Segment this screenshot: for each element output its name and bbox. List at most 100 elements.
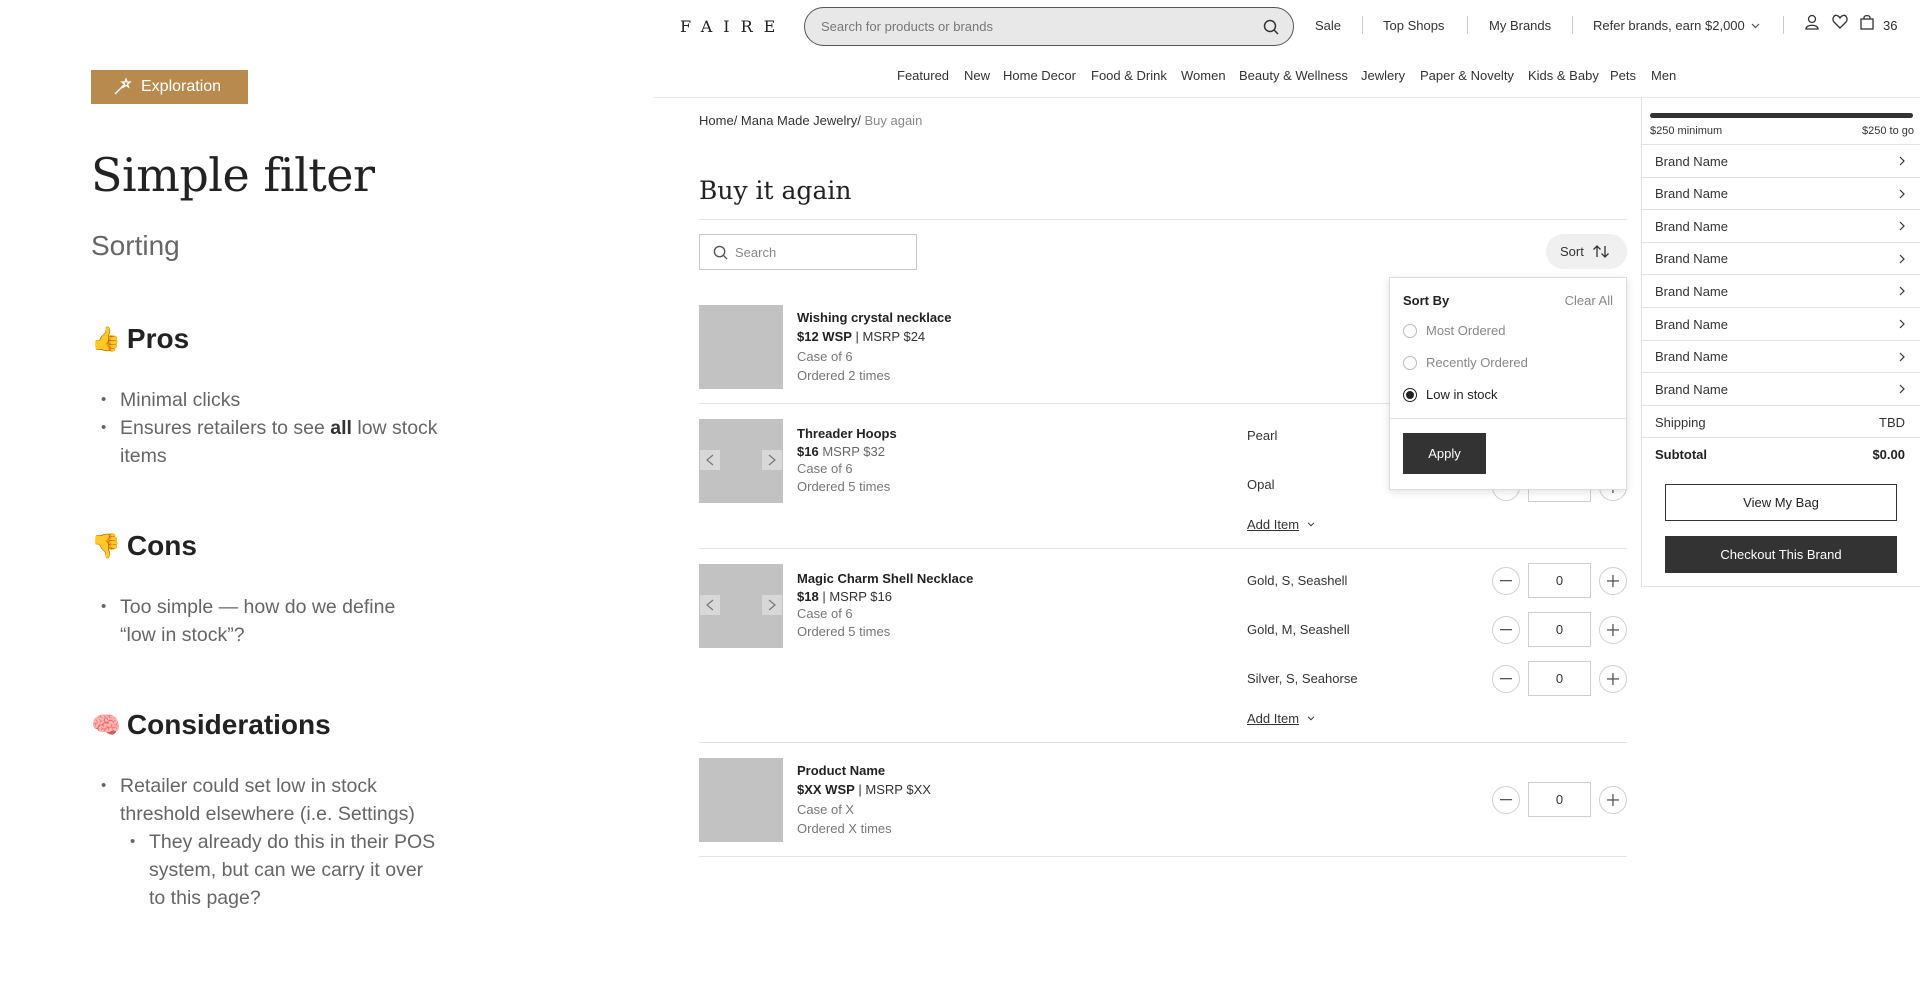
bag-brand-row[interactable]: Brand Name [1642, 241, 1920, 275]
product-name[interactable]: Threader Hoops [797, 426, 897, 441]
checkout-brand-button[interactable]: Checkout This Brand [1665, 536, 1897, 573]
pros-heading-label: Pros [126, 323, 190, 354]
category-new[interactable]: New [964, 68, 990, 83]
category-men[interactable]: Men [1651, 68, 1676, 83]
product-case: Case of 6 [797, 461, 853, 476]
page-title: Buy it again [699, 176, 852, 205]
breadcrumb-current: Buy again [864, 113, 923, 128]
quantity-input[interactable] [1528, 782, 1591, 817]
decrement-button[interactable] [1492, 567, 1520, 595]
bag-brand-row[interactable]: Brand Name [1642, 372, 1920, 405]
bag-brand-row[interactable]: Brand Name [1642, 339, 1920, 373]
bag-brand-name: Brand Name [1655, 153, 1728, 169]
image-prev-button[interactable] [700, 450, 720, 470]
image-next-button[interactable] [762, 450, 782, 470]
global-search-input[interactable] [821, 19, 1241, 34]
search-icon [713, 245, 728, 260]
account-icon[interactable] [1805, 14, 1819, 30]
bag-brand-row[interactable]: Brand Name [1642, 144, 1920, 177]
tag-label: Exploration [141, 78, 222, 95]
minus-icon [1500, 678, 1512, 680]
quantity-input[interactable] [1528, 612, 1591, 647]
product-price: $16 MSRP $32 [797, 444, 885, 459]
product-image[interactable] [699, 305, 783, 389]
divider [699, 548, 1627, 549]
bag-count[interactable]: 36 [1883, 18, 1897, 33]
add-item-link[interactable]: Add Item [1247, 711, 1315, 726]
progress-fill [1650, 113, 1913, 118]
breadcrumb-brand[interactable]: Mana Made Jewelry [741, 113, 857, 128]
radio-button[interactable] [1403, 323, 1417, 338]
view-my-bag-button[interactable]: View My Bag [1665, 484, 1897, 521]
sort-option-recently-ordered[interactable]: Recently Ordered [1403, 355, 1528, 370]
bag-icon[interactable] [1860, 14, 1874, 30]
decrement-button[interactable] [1492, 786, 1520, 814]
image-prev-button[interactable] [700, 595, 720, 615]
bag-brand-row[interactable]: Brand Name [1642, 209, 1920, 242]
increment-button[interactable] [1599, 567, 1627, 595]
category-home-decor[interactable]: Home Decor [1003, 68, 1076, 83]
image-next-button[interactable] [762, 595, 782, 615]
list-item: Ensures retailers to see all low stockit… [91, 414, 491, 470]
search-icon[interactable] [1263, 19, 1279, 35]
nav-my-brands[interactable]: My Brands [1489, 18, 1551, 33]
cons-heading: 👎 Cons [91, 530, 197, 562]
category-paper-novelty[interactable]: Paper & Novelty [1420, 68, 1514, 83]
buy-again-search-input[interactable] [735, 244, 905, 260]
bag-brand-name: Brand Name [1655, 349, 1728, 365]
decrement-button[interactable] [1492, 616, 1520, 644]
product-name[interactable]: Wishing crystal necklace [797, 310, 952, 325]
product-ordered-count: Ordered 5 times [797, 479, 891, 494]
shipping-row: Shipping TBD [1642, 405, 1920, 438]
bag-brand-row[interactable]: Brand Name [1642, 176, 1920, 210]
add-item-link[interactable]: Add Item [1247, 517, 1315, 532]
bag-brand-row[interactable]: Brand Name [1642, 274, 1920, 307]
category-women[interactable]: Women [1181, 68, 1226, 83]
nav-refer-brands[interactable]: Refer brands, earn $2,000 [1593, 18, 1760, 33]
product-name[interactable]: Product Name [797, 763, 885, 778]
apply-button[interactable]: Apply [1403, 433, 1486, 474]
nav-top-shops[interactable]: Top Shops [1383, 18, 1444, 33]
divider [699, 856, 1627, 857]
category-jewelry[interactable]: Jewlery [1361, 68, 1405, 83]
bag-brand-name: Brand Name [1655, 381, 1728, 397]
category-featured[interactable]: Featured [897, 68, 949, 83]
radio-button[interactable] [1403, 355, 1417, 370]
product-image[interactable] [699, 758, 783, 842]
sort-button[interactable]: Sort [1546, 234, 1627, 269]
product-name[interactable]: Magic Charm Shell Necklace [797, 571, 973, 586]
faire-logo[interactable]: FAIRE [680, 17, 786, 36]
chevron-down-icon [1307, 716, 1315, 721]
bag-brand-name: Brand Name [1655, 283, 1728, 299]
heart-icon[interactable] [1832, 14, 1848, 29]
pros-list: Minimal clicks Ensures retailers to see … [91, 386, 491, 470]
nav-sale[interactable]: Sale [1315, 18, 1341, 33]
exploration-tag: Exploration [91, 70, 248, 104]
clear-all-button[interactable]: Clear All [1565, 293, 1613, 308]
sort-option-label: Recently Ordered [1426, 355, 1528, 370]
sort-option-label: Most Ordered [1426, 323, 1506, 338]
increment-button[interactable] [1599, 616, 1627, 644]
plus-icon [1607, 794, 1619, 806]
buy-again-search[interactable] [699, 234, 917, 270]
decrement-button[interactable] [1492, 665, 1520, 693]
quantity-input[interactable] [1528, 661, 1591, 696]
variant-name: Pearl [1247, 428, 1278, 443]
brain-icon: 🧠 [91, 711, 121, 739]
sort-option-most-ordered[interactable]: Most Ordered [1403, 323, 1505, 338]
increment-button[interactable] [1599, 665, 1627, 693]
chevron-right-icon [1899, 384, 1905, 394]
global-search[interactable] [804, 7, 1294, 46]
category-pets[interactable]: Pets [1610, 68, 1636, 83]
sort-dropdown: Sort By Clear All Most Ordered Recently … [1389, 277, 1627, 490]
breadcrumb-home[interactable]: Home [699, 113, 734, 128]
radio-button-selected[interactable] [1403, 387, 1417, 402]
category-food-drink[interactable]: Food & Drink [1091, 68, 1167, 83]
increment-button[interactable] [1599, 786, 1627, 814]
sort-option-low-in-stock[interactable]: Low in stock [1403, 387, 1498, 402]
category-kids-baby[interactable]: Kids & Baby [1528, 68, 1599, 83]
category-beauty-wellness[interactable]: Beauty & Wellness [1239, 68, 1348, 83]
bag-brand-row[interactable]: Brand Name [1642, 307, 1920, 340]
quantity-input[interactable] [1528, 563, 1591, 598]
shipping-value: TBD [1879, 414, 1905, 430]
